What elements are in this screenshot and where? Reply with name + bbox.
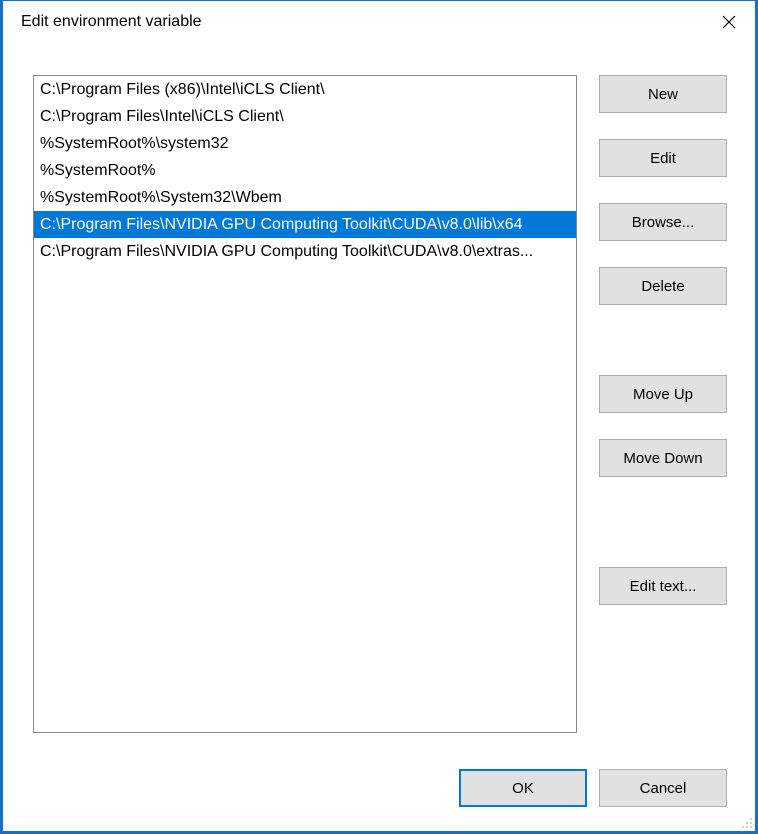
path-listbox[interactable]: C:\Program Files (x86)\Intel\iCLS Client… [33, 75, 577, 733]
path-list-item[interactable]: C:\Program Files (x86)\Intel\iCLS Client… [34, 76, 576, 103]
side-button-column: New Edit Browse... Delete Move Up Move D… [599, 75, 727, 733]
new-button[interactable]: New [599, 75, 727, 113]
path-list-item[interactable]: C:\Program Files\NVIDIA GPU Computing To… [34, 211, 576, 238]
edit-text-button[interactable]: Edit text... [599, 567, 727, 605]
ok-button[interactable]: OK [459, 769, 587, 807]
window-title: Edit environment variable [21, 13, 202, 31]
path-list-item[interactable]: %SystemRoot%\System32\Wbem [34, 184, 576, 211]
browse-button[interactable]: Browse... [599, 203, 727, 241]
close-icon [722, 15, 736, 29]
move-down-button[interactable]: Move Down [599, 439, 727, 477]
close-button[interactable] [703, 1, 755, 43]
resize-grip-icon[interactable] [739, 815, 753, 829]
dialog-client-area: C:\Program Files (x86)\Intel\iCLS Client… [3, 43, 755, 831]
path-list-item[interactable]: %SystemRoot% [34, 157, 576, 184]
delete-button[interactable]: Delete [599, 267, 727, 305]
titlebar: Edit environment variable [3, 1, 755, 43]
cancel-button[interactable]: Cancel [599, 769, 727, 807]
path-list-item[interactable]: C:\Program Files\NVIDIA GPU Computing To… [34, 238, 576, 265]
path-list-item[interactable]: %SystemRoot%\system32 [34, 130, 576, 157]
edit-button[interactable]: Edit [599, 139, 727, 177]
path-list-item[interactable]: C:\Program Files\Intel\iCLS Client\ [34, 103, 576, 130]
dialog-footer: OK Cancel [459, 769, 727, 807]
dialog-window: Edit environment variable C:\Program Fil… [2, 0, 756, 832]
move-up-button[interactable]: Move Up [599, 375, 727, 413]
